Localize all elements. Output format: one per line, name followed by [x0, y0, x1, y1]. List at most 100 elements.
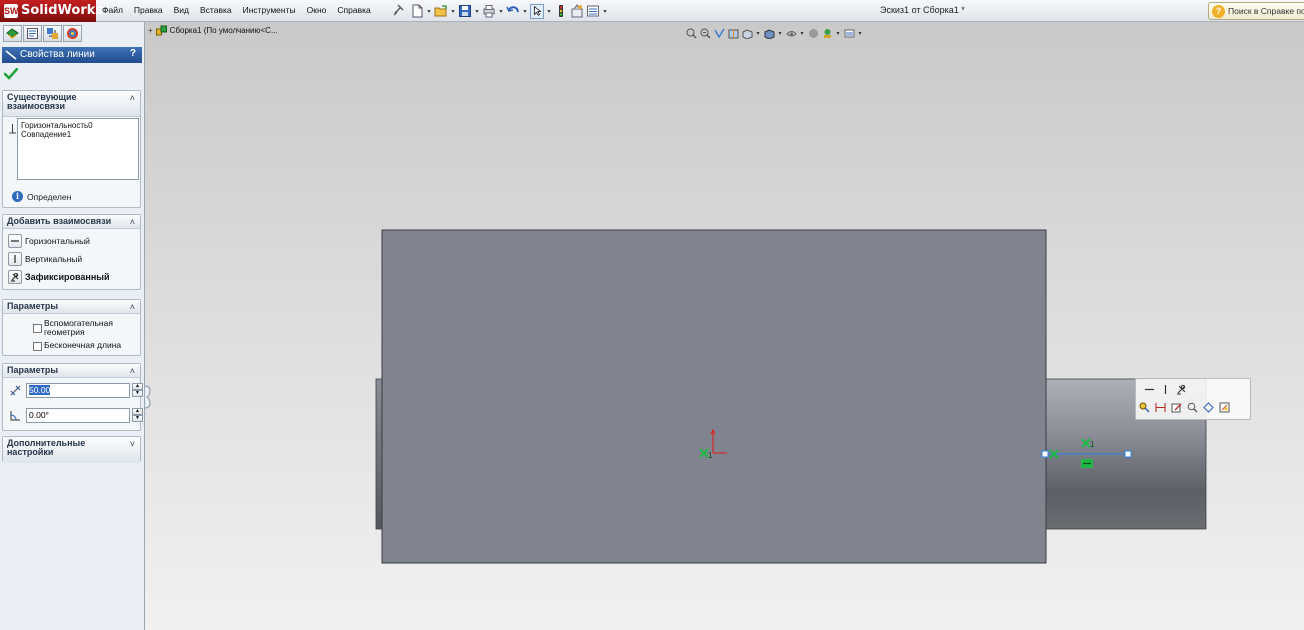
length-value: 50.00	[29, 385, 51, 395]
menu-tools[interactable]: Инструменты	[243, 5, 296, 15]
print-icon[interactable]	[482, 4, 496, 19]
collapse-chevron-icon[interactable]: ˄	[130, 366, 135, 376]
main-body-face[interactable]	[381, 229, 1047, 564]
save-dropdown-icon[interactable]: ▾	[474, 4, 480, 18]
infinite-length-checkbox[interactable]	[33, 342, 42, 351]
display-manager-icon	[67, 28, 78, 39]
context-toolbar-row-2	[1138, 401, 1230, 413]
parameters-header[interactable]: Параметры ˄	[3, 364, 140, 378]
add-relations-group: Добавить взаимосвязи ˄ Горизонтальный Ве…	[2, 214, 141, 290]
length-input[interactable]: 50.00	[26, 383, 130, 398]
help-button[interactable]: ?	[130, 48, 136, 59]
line-start-point[interactable]	[1041, 450, 1049, 458]
normal-to-icon[interactable]	[1202, 401, 1214, 413]
display-manager-tab[interactable]	[63, 25, 82, 42]
menu-insert[interactable]: Вставка	[200, 5, 232, 15]
options-icon[interactable]	[570, 4, 584, 19]
app-name: SolidWorks	[21, 3, 104, 18]
context-toolbar	[1135, 378, 1251, 420]
make-vertical-icon[interactable]	[1159, 383, 1171, 395]
configuration-manager-tab[interactable]	[43, 25, 62, 42]
customize-dropdown-icon[interactable]: ▾	[602, 4, 608, 18]
select-dropdown-icon[interactable]: ▾	[546, 4, 552, 18]
property-manager-tab[interactable]	[23, 25, 42, 42]
additional-settings-header[interactable]: Дополнительные настройки ˅	[3, 437, 140, 463]
undo-dropdown-icon[interactable]: ▾	[522, 4, 528, 18]
construction-geometry-checkbox[interactable]	[33, 324, 42, 333]
angle-input[interactable]: 0.00°	[26, 408, 130, 423]
collapse-chevron-icon[interactable]: ˄	[130, 302, 135, 312]
spin-down-icon[interactable]: ▼	[132, 390, 143, 397]
collapse-chevron-icon[interactable]: ˄	[130, 217, 135, 227]
model-canvas[interactable]: 1 1	[145, 22, 1304, 630]
open-dropdown-icon[interactable]: ▾	[450, 4, 456, 18]
property-manager-title: Свойства линии	[20, 49, 95, 60]
spin-down-icon[interactable]: ▼	[132, 415, 143, 422]
construction-geometry-checkbox-row[interactable]: Вспомогательная геометрия	[33, 319, 144, 337]
menu-file[interactable]: Файл	[102, 5, 123, 15]
add-relations-header[interactable]: Добавить взаимосвязи ˄	[3, 215, 140, 229]
status-row: i Определен	[12, 191, 71, 202]
new-dropdown-icon[interactable]: ▾	[426, 4, 432, 18]
print-dropdown-icon[interactable]: ▾	[498, 4, 504, 18]
add-relations-title: Добавить взаимосвязи	[7, 216, 112, 226]
existing-relations-title: Существующие взаимосвязи	[7, 92, 77, 111]
panel-resize-handle[interactable]	[144, 385, 151, 409]
additional-settings-group: Дополнительные настройки ˅	[2, 436, 141, 463]
solidworks-logo-icon: SW	[4, 4, 19, 18]
sketch-zoom-icon[interactable]	[1138, 401, 1150, 413]
menu-bar: Файл Правка Вид Вставка Инструменты Окно…	[102, 5, 371, 15]
options-group: Параметры ˄ Вспомогательная геометрия Бе…	[2, 299, 141, 356]
open-icon[interactable]	[434, 4, 448, 19]
spin-up-icon[interactable]: ▲	[132, 383, 143, 390]
smart-dimension-icon[interactable]	[1154, 401, 1166, 413]
new-document-icon[interactable]	[410, 4, 424, 19]
origin-label: 1	[708, 451, 713, 460]
make-fixed-icon[interactable]	[1175, 383, 1187, 395]
pin-menu-icon[interactable]	[391, 3, 405, 18]
property-manager-header: Свойства линии ?	[2, 47, 142, 63]
horizontal-constraint-glyph-icon[interactable]	[1081, 459, 1093, 468]
menu-edit[interactable]: Правка	[134, 5, 163, 15]
graphics-area[interactable]: + Сборка1 (По умолчанию<С... ▾ ▾ ▾ ▾ ▾ 1…	[145, 22, 1304, 630]
angle-icon	[10, 411, 20, 421]
horizontal-relation-button[interactable]: Горизонтальный	[8, 234, 90, 248]
rebuild-icon[interactable]	[554, 4, 568, 19]
spin-up-icon[interactable]: ▲	[132, 408, 143, 415]
menu-help[interactable]: Справка	[337, 5, 370, 15]
context-toolbar-row-1	[1143, 383, 1187, 395]
edit-sketch-icon[interactable]	[1170, 401, 1182, 413]
app-logo[interactable]: SW SolidWorks	[0, 0, 103, 22]
vertical-relation-button[interactable]: Вертикальный	[8, 252, 82, 266]
property-manager-icon	[27, 28, 38, 39]
customize-icon[interactable]	[586, 4, 600, 19]
feature-manager-tab[interactable]	[3, 25, 22, 42]
existing-relations-group: Существующие взаимосвязи ˄ Горизонтально…	[2, 90, 141, 208]
infinite-length-checkbox-row[interactable]: Бесконечная длина	[33, 341, 144, 351]
angle-spinner[interactable]: ▲ ▼	[132, 408, 143, 423]
fix-relation-icon	[11, 272, 19, 282]
list-item[interactable]: Горизонтальность0	[21, 121, 135, 130]
menu-window[interactable]: Окно	[307, 5, 327, 15]
options-header[interactable]: Параметры ˄	[3, 300, 140, 314]
ok-check-icon[interactable]	[4, 68, 18, 80]
list-item[interactable]: Совпадение1	[21, 130, 135, 139]
vertical-relation-icon	[14, 255, 16, 263]
expand-chevron-icon[interactable]: ˅	[130, 439, 135, 449]
line-icon	[5, 50, 17, 60]
save-icon[interactable]	[458, 4, 472, 19]
fix-relation-button[interactable]: Зафиксированный	[8, 270, 109, 284]
make-horizontal-icon[interactable]	[1143, 383, 1155, 395]
collapse-chevron-icon[interactable]: ˄	[130, 93, 135, 103]
zoom-selection-icon[interactable]	[1186, 401, 1198, 413]
existing-relations-list[interactable]: Горизонтальность0 Совпадение1	[17, 118, 139, 180]
sketch-properties-icon[interactable]	[1218, 401, 1230, 413]
length-spinner[interactable]: ▲ ▼	[132, 383, 143, 398]
menu-view[interactable]: Вид	[174, 5, 189, 15]
existing-relations-header[interactable]: Существующие взаимосвязи ˄	[3, 91, 140, 117]
construction-geometry-label: Вспомогательная геометрия	[44, 318, 113, 337]
select-icon[interactable]	[530, 3, 544, 19]
line-end-point[interactable]	[1124, 450, 1132, 458]
undo-icon[interactable]	[506, 4, 520, 19]
help-search-box[interactable]: ? Поиск в Справке по	[1208, 2, 1304, 20]
